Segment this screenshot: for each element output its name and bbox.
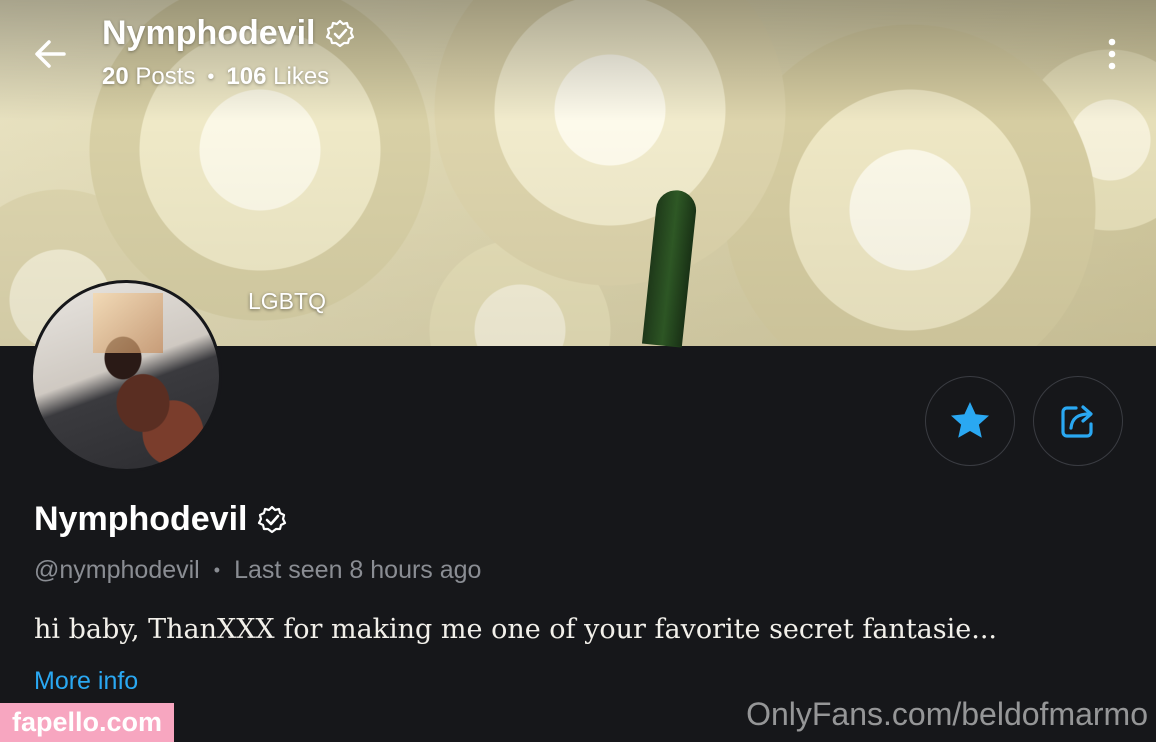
posts-count: 20 — [102, 63, 129, 90]
header-stats: 20 Posts • 106 Likes — [102, 63, 329, 91]
cover-tag: LGBTQ — [248, 288, 326, 314]
header-title: Nymphodevil — [102, 14, 355, 53]
verified-badge-icon — [326, 19, 355, 47]
profile-bio: hi baby, ThanXXX for making me one of yo… — [34, 614, 997, 645]
stats-separator: • — [207, 65, 215, 88]
favorite-button[interactable] — [925, 376, 1015, 466]
profile-name: Nymphodevil — [34, 500, 287, 539]
header-title-text: Nymphodevil — [102, 14, 316, 52]
avatar-photo-detail — [93, 293, 163, 353]
avatar[interactable] — [30, 280, 222, 472]
profile-handle: @nymphodevil — [34, 556, 200, 584]
more-info-link[interactable]: More info — [34, 667, 138, 696]
more-vertical-icon — [1108, 38, 1116, 70]
likes-count: 106 — [226, 63, 267, 90]
verified-badge-icon — [258, 505, 287, 533]
posts-stat: 20 Posts — [102, 63, 195, 91]
share-button[interactable] — [1033, 376, 1123, 466]
likes-label: Likes — [273, 63, 330, 90]
star-icon — [951, 402, 989, 438]
share-icon — [1061, 405, 1093, 438]
posts-label: Posts — [135, 63, 196, 90]
profile-subline: @nymphodevil • Last seen 8 hours ago — [34, 556, 481, 585]
profile-name-text: Nymphodevil — [34, 500, 248, 538]
last-seen-status: Last seen 8 hours ago — [234, 556, 482, 584]
back-button[interactable] — [30, 34, 70, 74]
likes-stat: 106 Likes — [226, 63, 329, 91]
watermark-right: OnlyFans.com/beldofmarmo — [746, 696, 1148, 732]
subline-separator: • — [213, 560, 221, 580]
watermark-left: fapello.com — [0, 703, 174, 742]
arrow-left-icon — [35, 40, 66, 68]
more-options-button[interactable] — [1098, 36, 1126, 72]
